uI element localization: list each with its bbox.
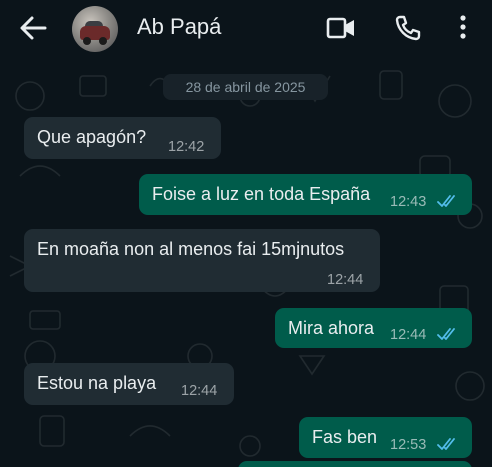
message-text: Foise a luz en toda España: [152, 184, 371, 204]
avatar[interactable]: [72, 6, 118, 52]
contact-name[interactable]: Ab Papá: [137, 14, 221, 40]
message-time: 12:44: [390, 327, 427, 343]
chat-header: Ab Papá: [0, 0, 492, 56]
message-text: En moaña non al menos fai 15mjnutos: [37, 239, 345, 259]
message-time: 12:43: [390, 194, 427, 210]
video-call-icon[interactable]: [326, 14, 356, 42]
more-options-icon[interactable]: [455, 14, 471, 42]
message-outgoing[interactable]: Mira ahora 12:44: [275, 308, 472, 348]
voice-call-icon[interactable]: [394, 14, 422, 42]
message-text: Mira ahora: [288, 318, 375, 338]
read-receipt-icon: [437, 195, 455, 207]
message-text: Que apagón?: [37, 127, 147, 147]
back-arrow-icon[interactable]: [18, 14, 48, 42]
message-incoming[interactable]: En moaña non al menos fai 15mjnutos 12:4…: [24, 229, 380, 292]
read-receipt-icon: [437, 328, 455, 340]
message-text: Estou na playa: [37, 373, 157, 393]
message-time: 12:44: [327, 272, 364, 288]
message-outgoing-partial[interactable]: [238, 461, 472, 467]
message-text: Fas ben: [312, 427, 378, 447]
message-outgoing[interactable]: Foise a luz en toda España 12:43: [139, 174, 472, 215]
chat-area[interactable]: 28 de abril de 2025 Que apagón? 12:42 Fo…: [0, 56, 492, 467]
message-outgoing[interactable]: Fas ben 12:53: [299, 417, 472, 458]
message-time: 12:44: [181, 383, 218, 399]
date-separator: 28 de abril de 2025: [163, 74, 328, 100]
message-incoming[interactable]: Estou na playa 12:44: [24, 363, 234, 405]
message-incoming[interactable]: Que apagón? 12:42: [24, 117, 221, 159]
message-time: 12:42: [168, 139, 205, 155]
message-time: 12:53: [390, 437, 427, 453]
read-receipt-icon: [437, 438, 455, 450]
